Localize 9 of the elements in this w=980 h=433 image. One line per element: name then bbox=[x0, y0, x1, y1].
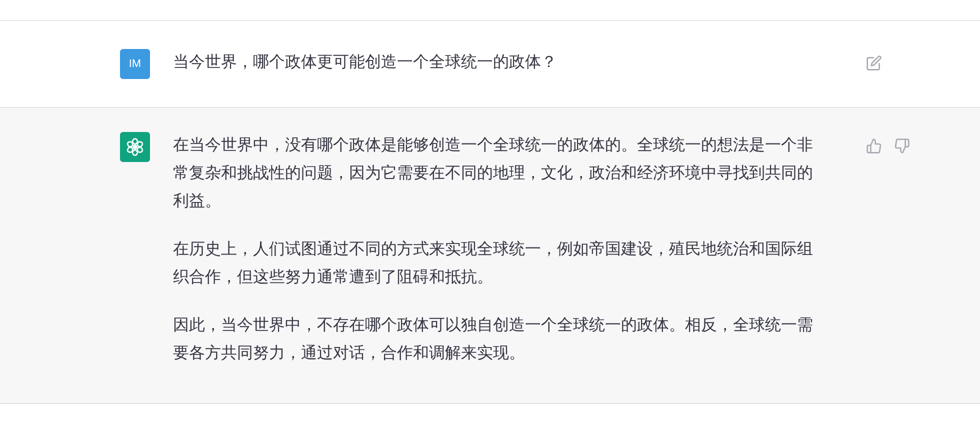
flower-logo-icon bbox=[125, 137, 145, 157]
thumbs-down-icon[interactable] bbox=[894, 138, 910, 154]
user-avatar: IM bbox=[120, 49, 150, 79]
user-message: 当今世界，哪个政体更可能创造一个全球统一的政体？ bbox=[173, 52, 558, 73]
response-paragraph: 在历史上，人们试图通过不同的方式来实现全球统一，例如帝国建设，殖民地统治和国际组织合作，但这些努力通常遭到了阻碍和抵抗。 bbox=[173, 240, 814, 288]
response-paragraph: 因此，当今世界中，不存在哪个政体可以独自创造一个全球统一的政体。相反，全球统一需要各方共同努力，通过对话，合作和调解来实现。 bbox=[173, 316, 814, 364]
thumbs-up-icon[interactable] bbox=[866, 138, 882, 154]
response-paragraph: 在当今世界中，没有哪个政体是能够创造一个全球统一的政体的。全球统一的想法是一个非常复杂和挑战性的问题，因为它需要在不同的地理，文化，政治和经济环境中寻找到共同的利益。 bbox=[173, 136, 814, 212]
edit-icon[interactable] bbox=[866, 55, 882, 71]
